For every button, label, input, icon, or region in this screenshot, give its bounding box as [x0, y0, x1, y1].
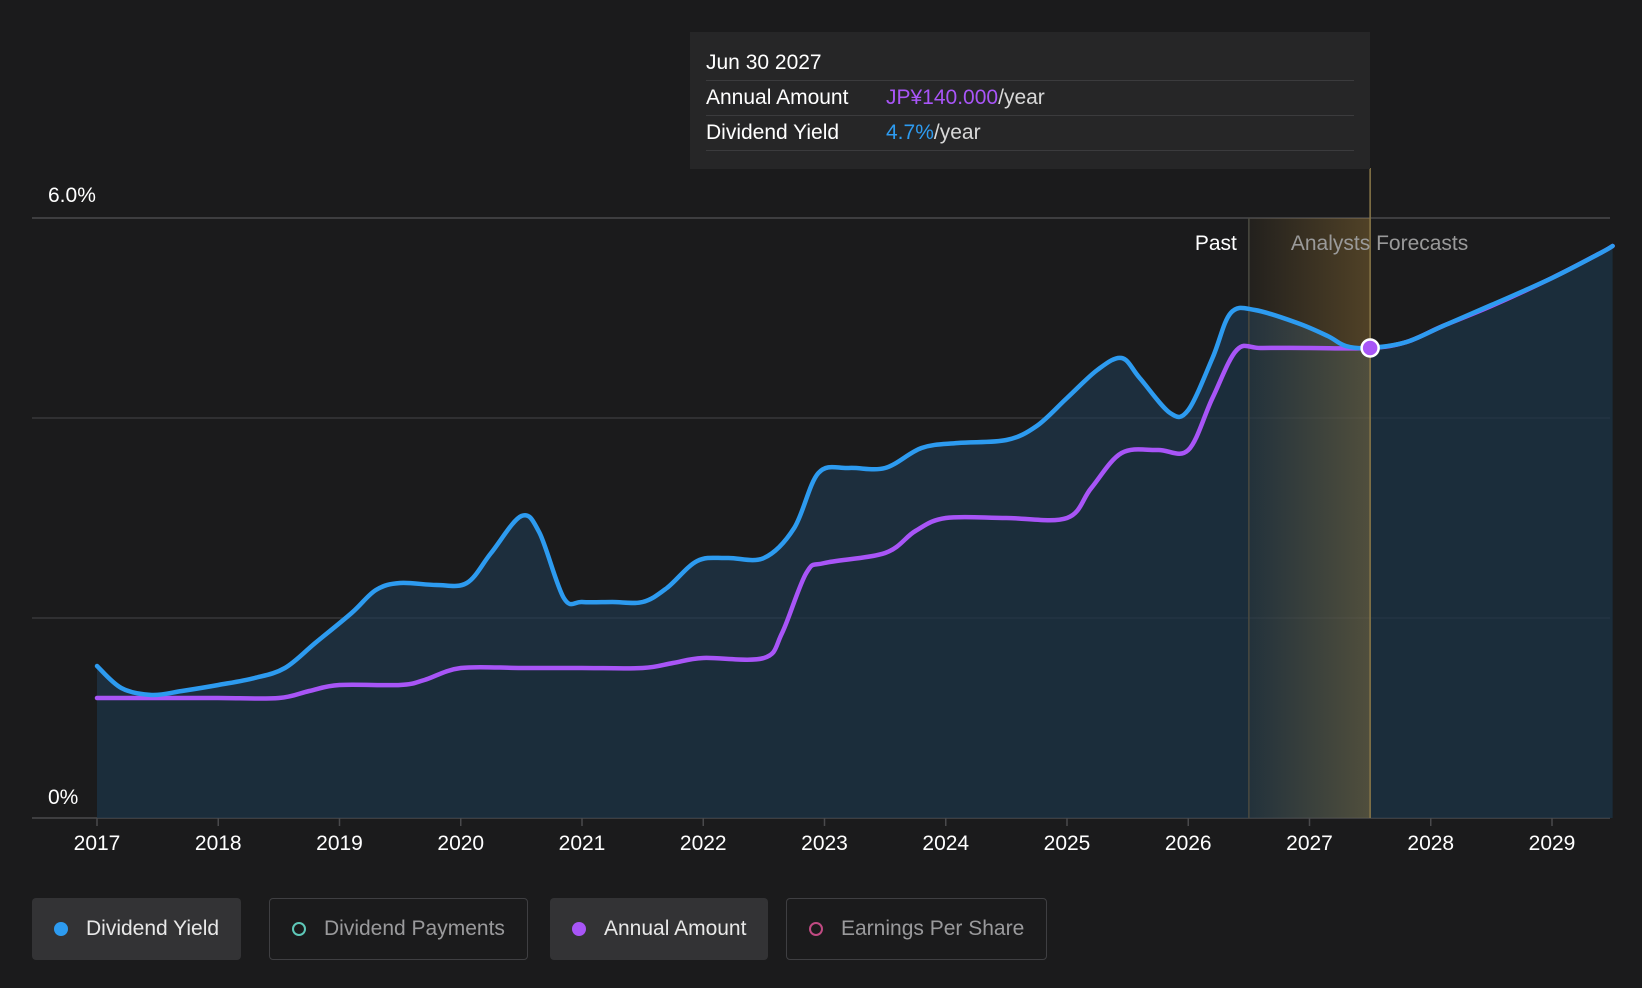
x-tick-label: 2022 — [680, 832, 727, 855]
legend-label: Annual Amount — [604, 917, 747, 940]
tooltip-label: Dividend Yield — [706, 121, 840, 144]
forecast-label: Analysts Forecasts — [1291, 232, 1468, 255]
legend-dot-icon — [54, 922, 68, 936]
legend-label: Dividend Payments — [324, 917, 505, 940]
x-tick-label: 2018 — [195, 832, 242, 855]
x-tick-label: 2028 — [1407, 832, 1454, 855]
tooltip-unit: /year — [998, 86, 1045, 109]
tooltip-value: 4.7% — [886, 121, 934, 144]
x-tick-label: 2026 — [1165, 832, 1212, 855]
tooltip-label: Annual Amount — [706, 86, 849, 109]
x-tick-label: 2021 — [559, 832, 606, 855]
forecast-highlight-band — [1248, 218, 1371, 818]
y-tick-label: 0% — [48, 786, 78, 809]
x-tick-label: 2019 — [316, 832, 363, 855]
x-tick-label: 2029 — [1529, 832, 1576, 855]
x-tick-label: 2017 — [74, 832, 121, 855]
tooltip-row-dividend-yield: Dividend Yield 4.7% /year — [706, 116, 1354, 151]
tooltip-value: JP¥140.000 — [886, 86, 999, 109]
legend-dividend-yield[interactable]: Dividend Yield — [32, 898, 242, 960]
hover-point-marker — [1360, 338, 1380, 358]
legend-dot-icon — [572, 922, 586, 936]
x-tick-label: 2020 — [437, 832, 484, 855]
x-tick-label: 2027 — [1286, 832, 1333, 855]
tooltip-unit: /year — [933, 121, 981, 144]
x-tick-label: 2023 — [801, 832, 848, 855]
tooltip-date: Jun 30 2027 — [706, 46, 1354, 81]
legend-dividend-payments[interactable]: Dividend Payments — [269, 898, 528, 960]
tooltip: Jun 30 2027 Annual Amount JP¥140.000 /ye… — [690, 32, 1370, 169]
legend-dot-icon — [292, 922, 306, 936]
legend-dot-icon — [809, 922, 823, 936]
y-tick-label: 6.0% — [48, 184, 96, 207]
x-tick-label: 2024 — [922, 832, 969, 855]
legend-annual-amount[interactable]: Annual Amount — [550, 898, 769, 960]
legend-label: Earnings Per Share — [841, 917, 1025, 940]
past-label: Past — [1195, 232, 1237, 255]
tooltip-row-annual-amount: Annual Amount JP¥140.000 /year — [706, 81, 1354, 116]
legend-label: Dividend Yield — [86, 917, 220, 940]
x-tick-label: 2025 — [1044, 832, 1091, 855]
legend-earnings-per-share[interactable]: Earnings Per Share — [786, 898, 1048, 960]
